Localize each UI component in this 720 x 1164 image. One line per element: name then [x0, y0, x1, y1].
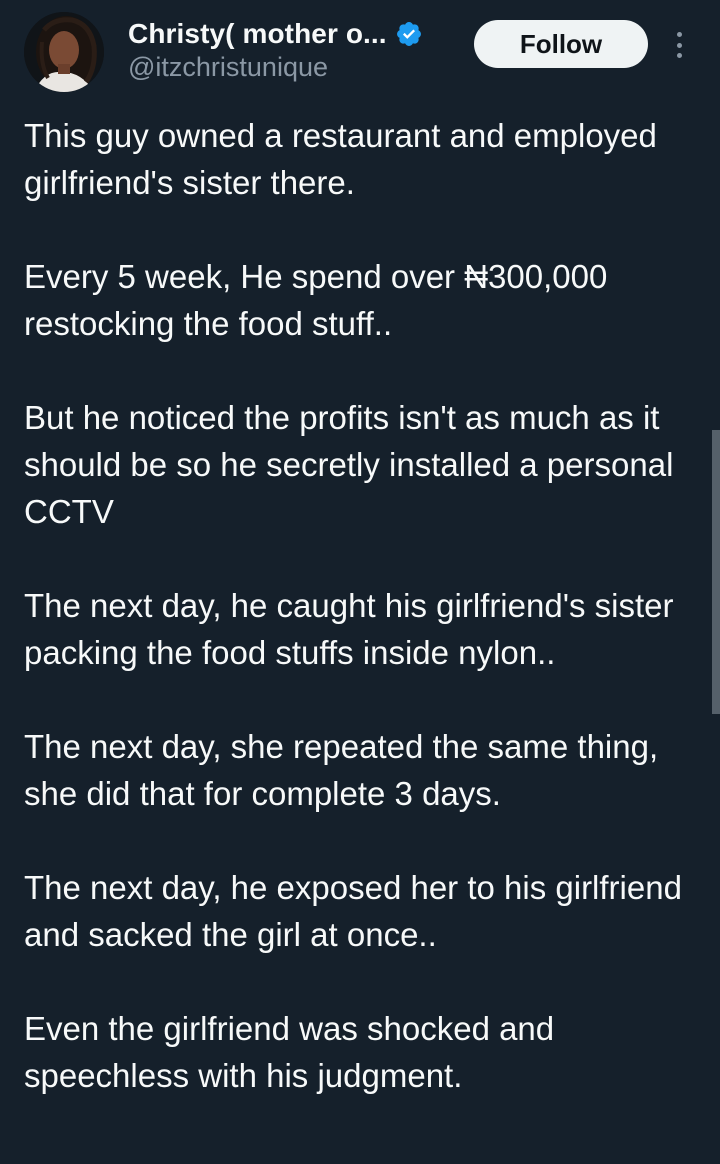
more-options-button[interactable] — [666, 30, 692, 60]
tweet-text: This guy owned a restaurant and employed… — [24, 112, 694, 1146]
tweet-paragraph: Even the girlfriend was shocked and spee… — [24, 1010, 555, 1094]
tweet-paragraph: The next day, he exposed her to his girl… — [24, 869, 682, 953]
scrollbar[interactable] — [712, 430, 720, 714]
tweet-header: Christy( mother o... @itzchristunique Fo… — [0, 0, 720, 100]
author-name-row[interactable]: Christy( mother o... — [128, 16, 423, 52]
avatar[interactable] — [24, 12, 104, 92]
ellipsis-dot — [676, 42, 682, 48]
tweet-paragraph: This guy owned a restaurant and employed… — [24, 117, 657, 201]
vertical-ellipsis-icon — [676, 32, 682, 37]
tweet-paragraph: The next day, she repeated the same thin… — [24, 728, 659, 812]
tweet-paragraph: But he noticed the profits isn't as much… — [24, 399, 674, 530]
author-display-name[interactable]: Christy( mother o... — [128, 18, 387, 50]
verified-badge-icon — [396, 22, 421, 46]
avatar-image — [24, 12, 104, 92]
tweet-paragraph: The next day, he caught his girlfriend's… — [24, 587, 674, 671]
author-handle[interactable]: @itzchristunique — [128, 52, 328, 83]
ellipsis-dot — [676, 53, 682, 58]
follow-button[interactable]: Follow — [474, 20, 648, 68]
tweet-paragraph: Every 5 week, He spend over ₦300,000 res… — [24, 258, 608, 342]
